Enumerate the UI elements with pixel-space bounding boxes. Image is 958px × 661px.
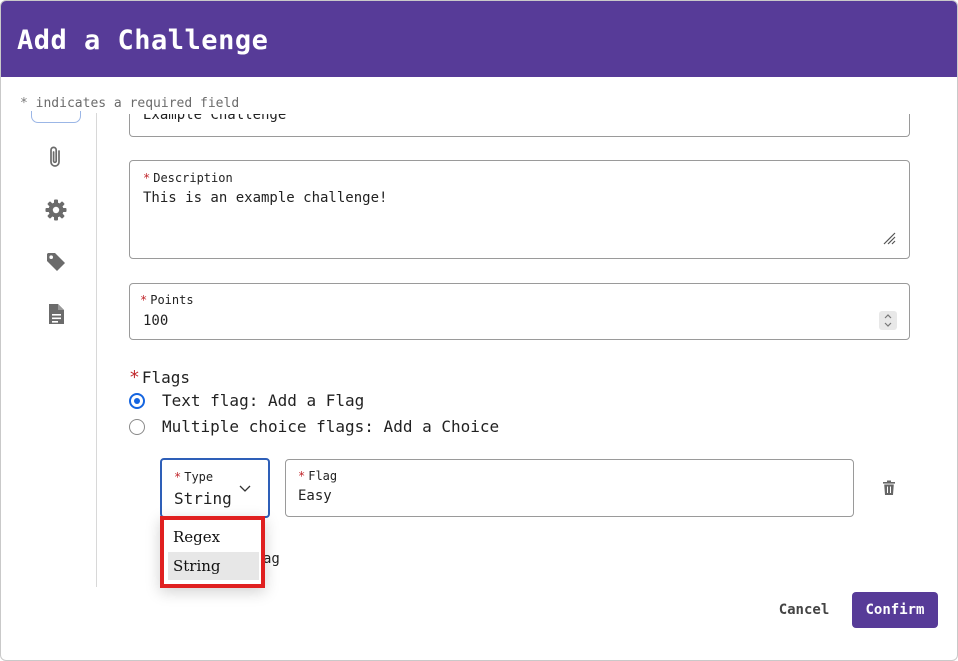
points-label: * Points [140, 293, 194, 307]
type-value[interactable]: String [174, 489, 232, 508]
trash-icon[interactable] [880, 479, 898, 497]
flag-value[interactable]: Easy [298, 488, 332, 504]
required-star: * [298, 469, 306, 483]
confirm-button[interactable]: Confirm [852, 592, 938, 628]
delete-flag-button[interactable] [880, 479, 898, 501]
description-label-text: Description [153, 171, 233, 185]
points-label-text: Points [150, 293, 194, 307]
type-dropdown-list: Regex String [160, 516, 265, 588]
gear-icon[interactable] [44, 198, 68, 222]
paperclip-icon[interactable] [44, 145, 68, 169]
chevron-down-icon[interactable] [239, 485, 251, 493]
dialog-title: Add a Challenge [17, 25, 269, 56]
description-field[interactable]: * Description This is an example challeng… [129, 160, 910, 259]
flag-label: * Flag [298, 469, 337, 483]
radio-button-checked[interactable] [129, 392, 145, 409]
radio-multiple-choice[interactable]: Multiple choice flags: Add a Choice [129, 417, 499, 436]
document-icon[interactable] [44, 302, 68, 326]
flags-heading: * Flags [129, 367, 190, 388]
flag-label-text: Flag [308, 469, 338, 483]
cancel-button[interactable]: Cancel [771, 597, 837, 623]
required-field-note: * indicates a required field [20, 96, 240, 111]
dropdown-option-regex[interactable]: Regex [168, 523, 259, 551]
dropdown-option-string[interactable]: String [168, 552, 259, 580]
required-star: * [143, 171, 151, 185]
description-value[interactable]: This is an example challenge! [143, 190, 387, 206]
sidebar-divider [96, 113, 97, 587]
radio-multiple-choice-label[interactable]: Multiple choice flags: Add a Choice [162, 417, 499, 436]
number-stepper[interactable] [879, 311, 897, 330]
add-challenge-dialog: Add a Challenge * indicates a required f… [0, 0, 958, 661]
points-value[interactable]: 100 [143, 313, 168, 329]
required-note-text: indicates a required field [35, 96, 240, 111]
description-label: * Description [143, 171, 233, 185]
resize-handle-icon[interactable] [882, 231, 896, 245]
type-label-text: Type [184, 470, 214, 484]
flag-field[interactable]: * Flag Easy [285, 459, 854, 517]
tag-icon[interactable] [44, 250, 68, 274]
required-star: * [174, 470, 182, 484]
sidebar-item-active[interactable] [31, 111, 81, 123]
dialog-header: Add a Challenge [1, 1, 957, 77]
required-star: * [129, 367, 140, 388]
type-label: * Type [174, 470, 213, 484]
radio-button-unchecked[interactable] [129, 418, 145, 435]
radio-text-flag[interactable]: Text flag: Add a Flag [129, 391, 364, 410]
stepper-arrows-icon[interactable] [879, 311, 897, 330]
required-star: * [140, 293, 148, 307]
add-flag-link-text[interactable]: ag [263, 551, 280, 567]
points-field[interactable]: * Points 100 [129, 283, 910, 340]
radio-text-flag-label[interactable]: Text flag: Add a Flag [162, 391, 364, 410]
required-note-star: * [20, 96, 28, 111]
flags-heading-text: Flags [141, 368, 191, 387]
type-select[interactable]: * Type String [160, 458, 270, 518]
